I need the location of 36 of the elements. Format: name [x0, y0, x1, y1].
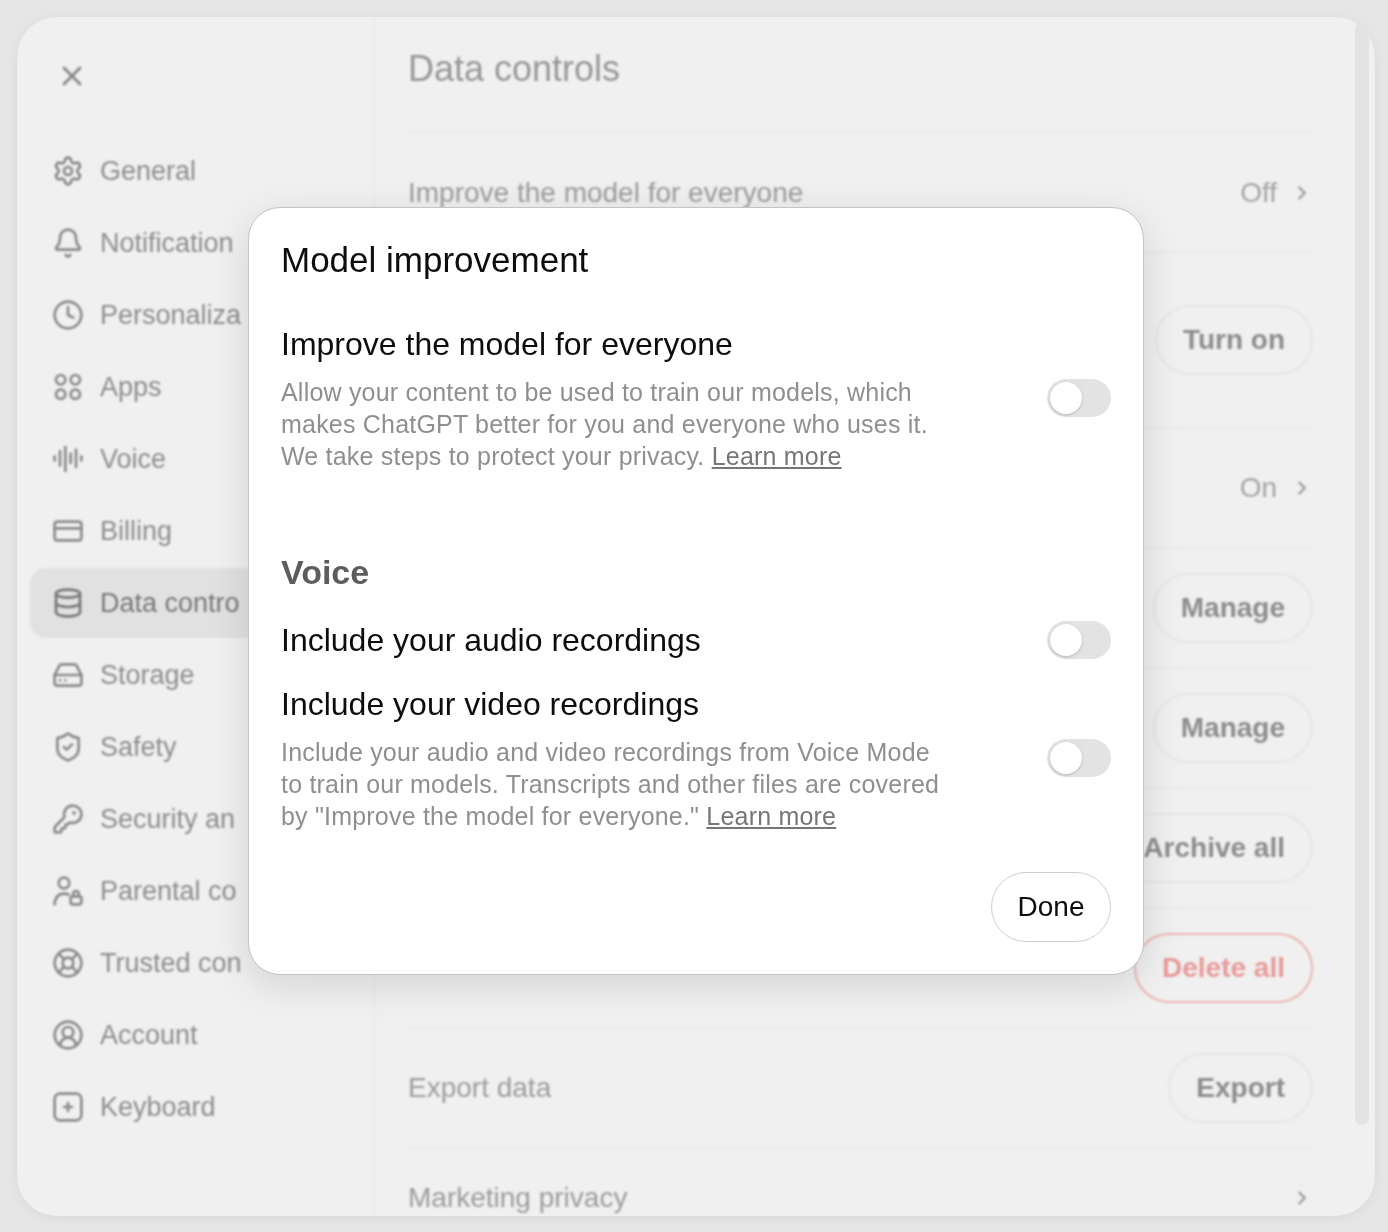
sidebar-item[interactable]: Parental co — [30, 856, 361, 926]
sidebar-item[interactable]: Account — [30, 1000, 361, 1070]
setting-label: Improve the model for everyone — [281, 325, 733, 364]
sidebar-item[interactable]: General — [30, 136, 361, 206]
setting-label: Improve the model for everyone — [408, 178, 804, 207]
setting-value: On — [1239, 472, 1277, 503]
waveform-icon — [52, 443, 84, 475]
learn-more-link[interactable]: Learn more — [711, 442, 842, 470]
bell-icon — [52, 227, 84, 259]
setting-value: Off — [1240, 177, 1277, 208]
action-button[interactable]: Turn on — [1154, 305, 1313, 375]
square-plus-icon — [52, 1091, 84, 1123]
learn-more-link[interactable]: Learn more — [706, 802, 837, 830]
toggle-switch[interactable] — [1047, 621, 1111, 659]
lifebuoy-icon — [52, 947, 84, 979]
gear-icon — [52, 155, 84, 187]
sidebar-item[interactable]: Trusted con — [30, 928, 361, 998]
setting-label: Include your video recordings — [281, 685, 699, 724]
clock-icon — [52, 299, 84, 331]
database-icon — [52, 587, 84, 619]
setting-description: Allow your content to be used to train our models, which makes ChatGPT better for you and everyone who uses it. We take steps to protect your privacy. Learn more — [281, 377, 929, 472]
page-title: Data controls — [408, 49, 621, 89]
sidebar-item[interactable]: Keyboard — [30, 1072, 361, 1142]
user-circle-icon — [52, 1019, 84, 1051]
setting-description: Include your audio and video recordings from Voice Mode to train our models. Transcripts and other files are covered by "Improve the model for everyone." Learn more — [281, 737, 941, 832]
toggle-switch[interactable] — [1047, 739, 1111, 777]
person-lock-icon — [52, 875, 84, 907]
toggle-switch[interactable] — [1047, 379, 1111, 417]
action-button[interactable]: Export — [1168, 1052, 1313, 1123]
key-icon — [52, 803, 84, 835]
action-button[interactable]: Manage — [1152, 572, 1313, 643]
dialog-title: Model improvement — [281, 239, 589, 281]
setting-label: Marketing privacy — [408, 1184, 628, 1212]
setting-label: Export data — [408, 1073, 552, 1102]
action-button[interactable]: Manage — [1152, 692, 1313, 763]
circles-grid-icon — [52, 371, 84, 403]
